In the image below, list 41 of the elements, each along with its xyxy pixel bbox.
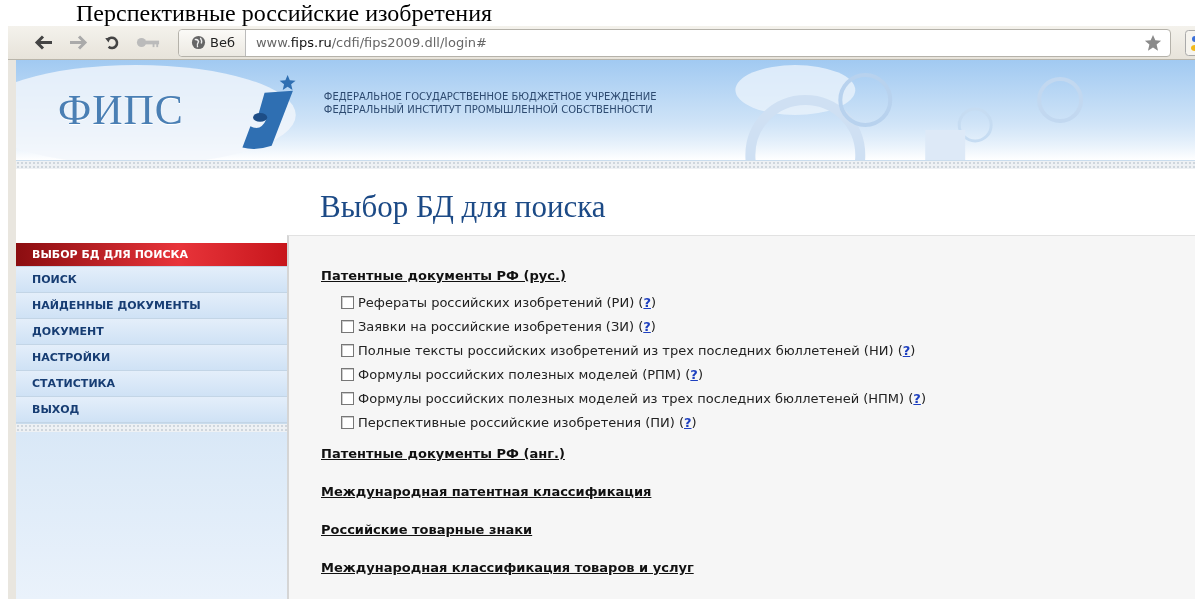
help-link[interactable]: ?: [643, 318, 651, 334]
database-label: Формулы российских полезных моделей (РПМ) (?): [358, 366, 703, 382]
sidebar-item[interactable]: ДОКУМЕНТ: [16, 319, 287, 345]
database-label: Полные тексты российских изобретений из трех последних бюллетеней (НИ) (?): [358, 342, 916, 358]
sidebar-item[interactable]: НАЙДЕННЫЕ ДОКУМЕНТЫ: [16, 293, 287, 319]
database-label: Рефераты российских изобретений (РИ) (?): [358, 294, 657, 310]
url-text: www.fips.ru/cdfi/fips2009.dll/login#: [254, 35, 488, 50]
caption-text: Перспективные российские изобретения: [75, 0, 494, 26]
address-bar[interactable]: Веб www.fips.ru/cdfi/fips2009.dll/login#: [178, 28, 1171, 57]
database-label: Формулы российских полезных моделей из трех последних бюллетеней (НПМ) (?): [358, 390, 926, 406]
logo-text: ФИПС: [58, 86, 184, 134]
section-link[interactable]: Международная патентная классификация: [321, 484, 1195, 500]
checkbox[interactable]: [341, 343, 354, 357]
back-icon[interactable]: [34, 34, 54, 51]
help-link[interactable]: ?: [684, 414, 692, 430]
help-link[interactable]: ?: [643, 294, 651, 310]
globe-icon: [191, 35, 206, 50]
checkbox[interactable]: [341, 391, 354, 405]
help-link[interactable]: ?: [913, 390, 921, 406]
section-link[interactable]: Российские товарные знаки: [321, 522, 1195, 538]
checkbox[interactable]: [341, 367, 354, 381]
star-icon[interactable]: [1144, 33, 1162, 52]
database-label: Перспективные российские изобретения (ПИ) (?): [358, 414, 697, 430]
sidebar-item[interactable]: СТАТИСТИКА: [16, 371, 287, 397]
database-label: Заявки на российские изобретения (ЗИ) (?): [358, 318, 656, 334]
checkbox[interactable]: [341, 319, 354, 333]
checkbox[interactable]: [341, 415, 354, 429]
help-link[interactable]: ?: [902, 342, 911, 358]
site-info-button[interactable]: Веб: [179, 29, 246, 56]
sidebar-item[interactable]: НАСТРОЙКИ: [16, 345, 287, 371]
organization-name: ФЕДЕРАЛЬНОЕ ГОСУДАРСТВЕННОЕ БЮДЖЕТНОЕ УЧРЕЖДЕНИЕ: [323, 90, 657, 103]
page-title: Выбор БД для поиска: [320, 188, 607, 226]
organization-name: ФЕДЕРАЛЬНЫЙ ИНСТИТУТ ПРОМЫШЛЕННОЙ СОБСТВЕННОСТИ: [323, 103, 654, 116]
checkbox[interactable]: [341, 295, 354, 309]
section-link[interactable]: Международная классификация товаров и услуг: [321, 560, 1195, 576]
sidebar-item[interactable]: ВЫБОР БД ДЛЯ ПОИСКА: [16, 243, 287, 267]
section-link[interactable]: Патентные документы РФ (рус.): [321, 268, 1195, 284]
sidebar-item[interactable]: ПОИСК: [16, 267, 287, 293]
sidebar-item[interactable]: ВЫХОД: [16, 397, 287, 423]
section-link[interactable]: Патентные документы РФ (анг.): [321, 446, 1195, 462]
help-link[interactable]: ?: [690, 366, 698, 382]
